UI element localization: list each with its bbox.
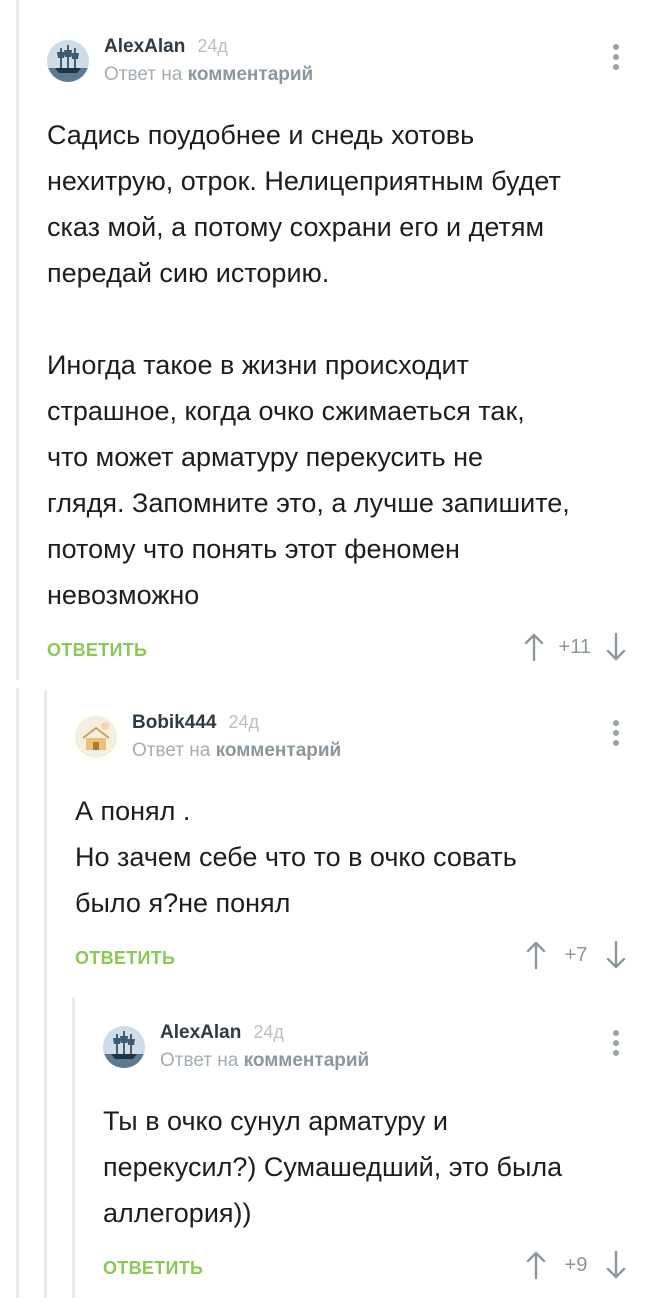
text-line: что может арматуру перекусить не	[47, 442, 483, 472]
comment-header: AlexAlan 24д Ответ на комментарий	[103, 1022, 627, 1098]
comment-time: 24д	[228, 712, 260, 732]
comment: AlexAlan 24д Ответ на комментарий Ты в о…	[103, 1022, 627, 1290]
thread-line-level-3	[72, 998, 75, 1298]
text-line: А понял .	[75, 796, 191, 826]
user-meta: Bobik444 24д Ответ на комментарий	[132, 712, 341, 762]
reply-target-link[interactable]: комментарий	[244, 1050, 370, 1071]
text-line: было я?не понял	[75, 888, 291, 918]
comment-time: 24д	[197, 36, 228, 56]
text-line: перекусил?) Сумашедший, это была	[103, 1152, 563, 1182]
text-line: страшное, когда очко сжимаеться так,	[47, 396, 525, 426]
comment-time: 24д	[253, 1022, 284, 1042]
ship-avatar-icon	[103, 1026, 145, 1068]
avatar[interactable]	[103, 1026, 145, 1068]
downvote-arrow-icon[interactable]	[605, 632, 627, 662]
comment-actions: ОТВЕТИТЬ +7	[75, 940, 627, 980]
reply-prefix: Ответ на	[104, 64, 183, 85]
text-line: нехитрую, отрок. Нелицеприятным будет	[47, 166, 561, 196]
username[interactable]: AlexAlan	[104, 36, 185, 58]
reply-to-line: Ответ на комментарий	[160, 1050, 369, 1072]
avatar[interactable]	[75, 716, 117, 758]
text-line: сказ мой, а потому сохрани его и детям	[47, 212, 545, 242]
comment-text: А понял . Но зачем себе что то в очко со…	[75, 788, 627, 926]
downvote-arrow-icon[interactable]	[605, 1250, 627, 1280]
upvote-arrow-icon[interactable]	[525, 940, 547, 970]
text-line: аллегория))	[103, 1198, 252, 1228]
comment-header: Bobik444 24д Ответ на комментарий	[75, 712, 627, 788]
text-line: Ты в очко сунул арматуру и	[103, 1106, 448, 1136]
ship-avatar-icon	[47, 40, 89, 82]
rating-score: +9	[564, 1253, 588, 1276]
text-line: Иногда такое в жизни происходит	[47, 350, 469, 380]
reply-to-line: Ответ на комментарий	[104, 64, 313, 86]
user-meta: AlexAlan 24д Ответ на комментарий	[104, 36, 313, 86]
comment-actions: ОТВЕТИТЬ +9	[103, 1250, 627, 1290]
downvote-arrow-icon[interactable]	[605, 940, 627, 970]
rating: +11	[523, 632, 627, 662]
reply-prefix: Ответ на	[132, 740, 211, 761]
reply-to-line: Ответ на комментарий	[132, 740, 341, 762]
rating-score: +11	[558, 635, 591, 658]
comment-text: Садись поудобнее и снедь хотовь нехитрую…	[47, 112, 627, 618]
comment: Bobik444 24д Ответ на комментарий А поня…	[75, 712, 627, 980]
comment-actions: ОТВЕТИТЬ +11	[47, 632, 627, 672]
more-options-icon[interactable]	[605, 40, 627, 74]
reply-button[interactable]: ОТВЕТИТЬ	[103, 1258, 203, 1279]
more-options-icon[interactable]	[605, 1026, 627, 1060]
text-line: глядя. Запомните это, а лучше запишите,	[47, 488, 570, 518]
upvote-arrow-icon[interactable]	[523, 632, 545, 662]
house-avatar-icon	[75, 716, 117, 758]
username[interactable]: AlexAlan	[160, 1022, 241, 1044]
avatar[interactable]	[47, 40, 89, 82]
comment-text: Ты в очко сунул арматуру и перекусил?) С…	[103, 1098, 627, 1236]
upvote-arrow-icon[interactable]	[525, 1250, 547, 1280]
thread-line-level-1	[16, 0, 19, 680]
comment: AlexAlan 24д Ответ на комментарий Садись…	[47, 36, 627, 672]
user-meta: AlexAlan 24д Ответ на комментарий	[160, 1022, 369, 1072]
thread-line-level-2	[44, 690, 47, 1298]
text-line: Садись поудобнее и снедь хотовь	[47, 120, 475, 150]
text-line: невозможно	[47, 580, 200, 610]
reply-button[interactable]: ОТВЕТИТЬ	[75, 948, 175, 969]
reply-target-link[interactable]: комментарий	[188, 64, 314, 85]
username[interactable]: Bobik444	[132, 712, 216, 734]
comment-header: AlexAlan 24д Ответ на комментарий	[47, 36, 627, 112]
reply-button[interactable]: ОТВЕТИТЬ	[47, 640, 147, 661]
reply-target-link[interactable]: комментарий	[216, 740, 342, 761]
text-line: передай сию историю.	[47, 258, 330, 288]
thread-line-level-1	[16, 688, 19, 1298]
rating: +9	[525, 1250, 627, 1280]
reply-prefix: Ответ на	[160, 1050, 239, 1071]
rating: +7	[525, 940, 627, 970]
rating-score: +7	[564, 943, 588, 966]
text-line: потому что понять этот феномен	[47, 534, 460, 564]
more-options-icon[interactable]	[605, 716, 627, 750]
text-line: Но зачем себе что то в очко совать	[75, 842, 517, 872]
